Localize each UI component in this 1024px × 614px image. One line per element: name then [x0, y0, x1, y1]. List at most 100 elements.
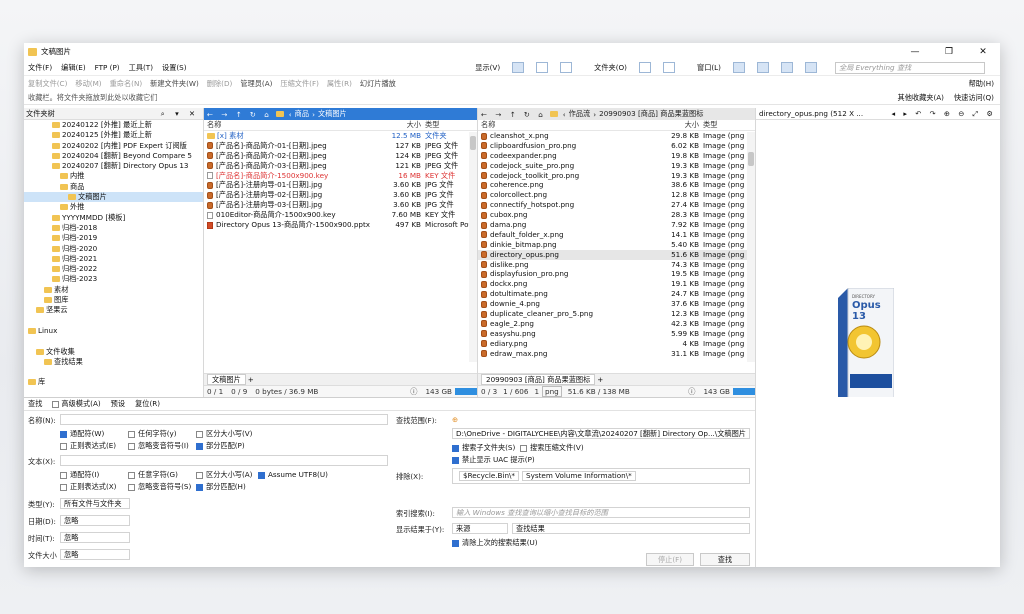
view-icon[interactable]	[639, 62, 651, 73]
col-name[interactable]: 名称	[207, 120, 385, 130]
regex-checkbox[interactable]: 正则表达式(E)	[60, 441, 116, 451]
tree-tool-icons[interactable]: ⌕ ▾ ✕	[161, 109, 203, 119]
view-icon[interactable]	[663, 62, 675, 73]
quick-access-button[interactable]: 快速访问(Q)	[954, 93, 994, 103]
case-checkbox[interactable]: 区分大小写(V)	[196, 429, 252, 439]
delete-button[interactable]: 删除(D)	[207, 79, 233, 89]
menu-edit[interactable]: 编辑(E)	[61, 63, 86, 73]
menu-file[interactable]: 文件(F)	[28, 63, 52, 73]
file-row[interactable]: easyshu.png 5.99 KB Image (png	[478, 329, 755, 339]
file-row[interactable]: Directory Opus 13-商品简介-1500x900.pptx 497 …	[204, 220, 477, 230]
file-row[interactable]: [产品名]-商品简介-1500x900.key 16 MB KEY 文件	[204, 171, 477, 181]
name-input[interactable]	[60, 414, 388, 425]
close-button[interactable]: ✕	[966, 47, 1000, 57]
nav-arrows-icon[interactable]: ← → ↑ ↻ ⌂	[481, 110, 546, 119]
help-button[interactable]: 帮助(H)	[969, 79, 994, 89]
new-folder-button[interactable]: 新建文件夹(W)	[150, 79, 199, 89]
viewer-tool-icons[interactable]: ◂ ▸ ↶ ↷ ⊕ ⊖ ⤢ ⚙	[892, 109, 1001, 119]
breadcrumb-item[interactable]: 作品流	[569, 109, 591, 119]
menu-display[interactable]: 显示(V)	[475, 63, 500, 73]
preset-dropdown[interactable]: 预设	[111, 399, 125, 409]
admin-button[interactable]: 管理员(A)	[240, 79, 272, 89]
folder-add-icon[interactable]: ⊕	[452, 415, 458, 424]
file-row[interactable]: [x] 素材 12.5 MB 文件夹	[204, 131, 477, 141]
wildcard-checkbox[interactable]: 通配符(W)	[60, 429, 104, 439]
tree-item[interactable]: 归档-2019	[24, 233, 203, 243]
file-row[interactable]: cubox.png 28.3 KB Image (png	[478, 210, 755, 220]
compress-button[interactable]: 压缩文件(F)	[280, 79, 319, 89]
file-row[interactable]: coherence.png 38.6 KB Image (png	[478, 180, 755, 190]
right-folder-tab[interactable]: 20990903 [商品] 商品果蓝图标	[481, 374, 596, 385]
file-row[interactable]: 010Editor-商品简介-1500x900.key 7.60 MB KEY 文件	[204, 210, 477, 220]
file-row[interactable]: [产品名]-注册向导-03-[日期].jpg 3.60 KB JPG 文件	[204, 200, 477, 210]
breadcrumb-item[interactable]: 商品	[295, 109, 309, 119]
tree-item[interactable]: 文稿图片	[24, 192, 203, 203]
tree-item[interactable]: 内推	[24, 171, 203, 181]
tree-item[interactable]: 归档-2018	[24, 223, 203, 233]
show-target-dropdown[interactable]: 查找结果	[512, 523, 750, 534]
assume-utf8-checkbox[interactable]: Assume UTF8(U)	[258, 470, 328, 480]
col-type[interactable]: 类型	[425, 120, 477, 130]
exclude-input[interactable]: $Recycle.Bin\* System Volume Information\…	[452, 468, 750, 484]
stop-button[interactable]: 停止(F)	[646, 553, 694, 566]
file-row[interactable]: [产品名]-商品简介-02-[日期].jpeg 124 KB JPEG 文件	[204, 151, 477, 161]
tree-item[interactable]: 图库	[24, 295, 203, 305]
file-row[interactable]: default_folder_x.png 14.1 KB Image (png	[478, 230, 755, 240]
nav-arrows-icon[interactable]: ← → ↑ ↻ ⌂	[207, 110, 272, 119]
maximize-button[interactable]: ❐	[932, 47, 966, 57]
layout-icon[interactable]	[560, 62, 573, 73]
search-archives-checkbox[interactable]: 搜索压缩文件(V)	[520, 443, 584, 453]
menu-settings[interactable]: 设置(S)	[162, 63, 187, 73]
tree-item[interactable]: 坚果云	[24, 305, 203, 315]
left-folder-tab[interactable]: 文稿图片	[207, 374, 246, 385]
tree-item[interactable]: 20240207 [翻新] Directory Opus 13	[24, 161, 203, 171]
scope-path-input[interactable]: D:\OneDrive - DIGITALYCHEE\内容\文章流\202402…	[452, 428, 750, 439]
tree-item[interactable]: 归档-2020	[24, 244, 203, 254]
window-layout-icon[interactable]	[805, 62, 817, 73]
file-row[interactable]: dislike.png 74.3 KB Image (png	[478, 260, 755, 270]
file-row[interactable]: displayfusion_pro.png 19.5 KB Image (png	[478, 269, 755, 279]
partial-match-checkbox[interactable]: 部分匹配(P)	[196, 441, 245, 451]
show-source-dropdown[interactable]: 来源	[452, 523, 508, 534]
file-row[interactable]: duplicate_cleaner_pro_5.png 12.3 KB Image …	[478, 309, 755, 319]
rename-button[interactable]: 重命名(N)	[110, 79, 143, 89]
tree-item[interactable]	[24, 316, 203, 326]
tree-item[interactable]: 文件收集	[24, 347, 203, 357]
any-char-checkbox[interactable]: 任何字符(y)	[128, 429, 177, 439]
tree-item[interactable]: Linux	[24, 326, 203, 336]
file-row[interactable]: dama.png 7.92 KB Image (png	[478, 220, 755, 230]
file-row[interactable]: downie_4.png 37.6 KB Image (png	[478, 299, 755, 309]
tree-item[interactable]: 外推	[24, 202, 203, 212]
tree-item[interactable]	[24, 388, 203, 397]
menu-folder[interactable]: 文件夹(O)	[594, 63, 627, 73]
file-row[interactable]: codejock_toolkit_pro.png 19.3 KB Image (pn…	[478, 171, 755, 181]
text-input[interactable]	[60, 455, 388, 466]
slideshow-button[interactable]: 幻灯片播放	[360, 79, 396, 89]
diacritics-checkbox[interactable]: 忽略变音符号(I)	[128, 441, 189, 451]
file-row[interactable]: colorcollect.png 12.8 KB Image (png	[478, 190, 755, 200]
exclude-tag[interactable]: System Volume Information\*	[522, 471, 636, 481]
left-scrollbar[interactable]	[469, 132, 477, 362]
reset-button[interactable]: 复位(R)	[135, 399, 160, 409]
tree-item[interactable]: 20240125 [外推] 最近上新	[24, 130, 203, 140]
menu-window[interactable]: 窗口(L)	[697, 63, 721, 73]
file-row[interactable]: ediary.png 4 KB Image (png	[478, 339, 755, 349]
tree-item[interactable]	[24, 336, 203, 346]
everything-search-input[interactable]: 全局 Everything 查找	[835, 61, 985, 74]
col-size[interactable]: 大小	[385, 120, 425, 130]
tree-item[interactable]	[24, 367, 203, 377]
tree-item[interactable]: 归档-2021	[24, 254, 203, 264]
text-diacritics-checkbox[interactable]: 忽略变音符号(S)	[128, 482, 191, 492]
file-row[interactable]: cleanshot_x.png 29.8 KB Image (png	[478, 131, 755, 141]
copy-files-button[interactable]: 复制文件(C)	[28, 79, 67, 89]
tree-item[interactable]: 素材	[24, 285, 203, 295]
size-dropdown[interactable]: 忽略	[60, 549, 130, 560]
find-button[interactable]: 查找	[700, 553, 750, 566]
search-subfolders-checkbox[interactable]: 搜索子文件夹(S)	[452, 443, 515, 453]
file-row[interactable]: directory_opus.png 51.6 KB Image (png	[478, 249, 755, 260]
window-layout-icon[interactable]	[757, 62, 769, 73]
menu-ftp[interactable]: FTP (P)	[95, 63, 120, 72]
properties-button[interactable]: 属性(R)	[327, 79, 352, 89]
menu-tools[interactable]: 工具(T)	[129, 63, 153, 73]
tree-item[interactable]: 20240204 [翻新] Beyond Compare 5	[24, 151, 203, 161]
